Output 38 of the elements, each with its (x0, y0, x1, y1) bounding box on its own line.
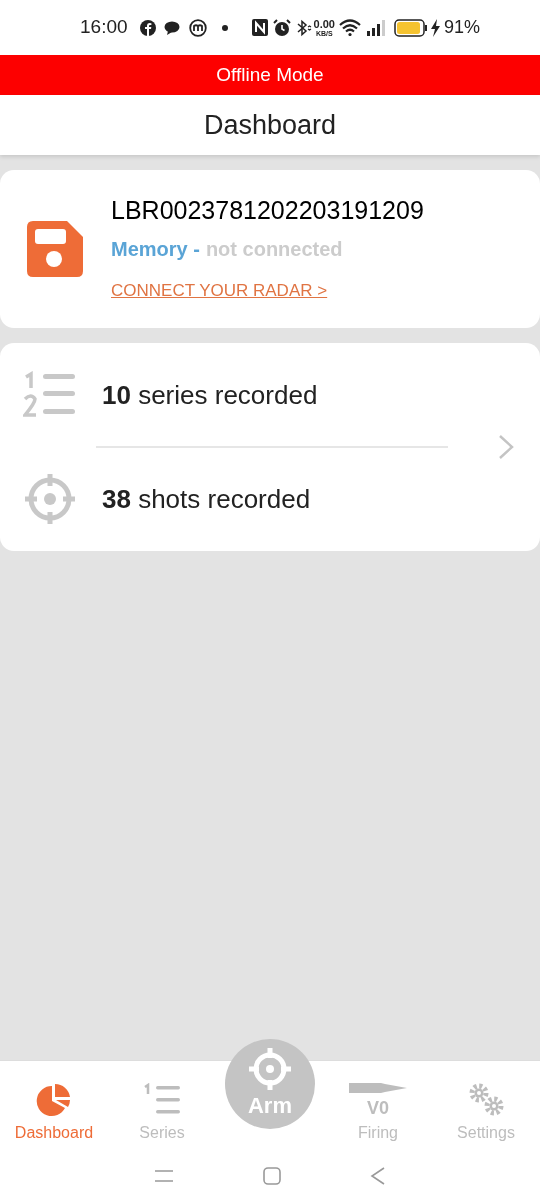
numbered-list-icon (23, 371, 77, 419)
v0-label: V0 (367, 1099, 389, 1117)
nav-tab[interactable]: Series (108, 1061, 216, 1151)
pie-chart-icon (35, 1083, 73, 1117)
connect-radar-link[interactable]: CONNECT YOUR RADAR > (111, 277, 328, 304)
nfc-icon (251, 19, 268, 36)
m-circle-icon (188, 18, 207, 37)
nav-tab[interactable]: Dashboard (0, 1061, 108, 1151)
home-icon[interactable] (263, 1166, 281, 1185)
bullet-icon (349, 1081, 407, 1095)
offline-banner: Offline Mode (0, 55, 540, 95)
nav-tab[interactable]: Settings (432, 1061, 540, 1151)
stat-text: 10 series recorded (102, 378, 318, 412)
facebook-icon (139, 19, 156, 36)
memory-label: Memory - (111, 236, 200, 262)
chevron-right-icon (498, 434, 514, 460)
battery-percentage: 91% (443, 16, 480, 39)
chat-bubbles-icon (163, 19, 182, 36)
numbered-list-icon (142, 1083, 182, 1117)
back-icon[interactable] (369, 1166, 386, 1185)
clock: 16:00 (80, 15, 128, 40)
page-title: Dashboard (203, 108, 337, 142)
stat-text: 38 shots recorded (102, 482, 311, 516)
dot-icon (221, 24, 228, 31)
bluetooth-icon (295, 18, 312, 37)
crosshair-icon (23, 472, 77, 526)
arm-button[interactable]: Arm (225, 1039, 315, 1129)
nav-tab[interactable]: V0 Firing (324, 1061, 432, 1151)
charging-bolt-icon (429, 18, 441, 37)
stats-card[interactable]: 10 series recorded 38 shots recorded (0, 343, 540, 551)
wifi-icon (338, 19, 361, 36)
device-id: LBR0023781202203191209 (111, 194, 424, 226)
network-speed: 0.00 (313, 18, 335, 30)
battery-icon (393, 18, 428, 37)
menu-icon[interactable] (154, 1168, 175, 1183)
signal-icon (365, 19, 386, 36)
crosshair-icon (248, 1047, 292, 1091)
alarm-icon (272, 18, 291, 37)
